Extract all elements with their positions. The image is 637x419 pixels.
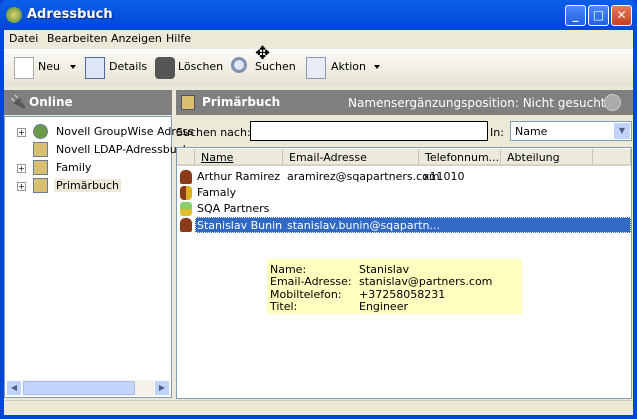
globe-book-icon: [33, 124, 48, 139]
addressbook-header: Primärbuch Namensergänzungsposition: Nic…: [176, 90, 633, 115]
user-icon: [180, 170, 192, 184]
horizontal-scrollbar[interactable]: ◀ ▶: [6, 380, 170, 396]
cell-name: Arthur Ramirez: [197, 170, 281, 183]
client-area: Datei Bearbeiten Anzeigen Hilfe Neu Deta…: [4, 30, 633, 415]
addressbook-tree: + Novell GroupWise Adress Novell LDAP-Adr…: [4, 116, 194, 398]
column-header-phone[interactable]: Telefonnum...: [419, 149, 501, 166]
delete-button[interactable]: Löschen: [178, 60, 223, 78]
column-header-email[interactable]: Email-Adresse: [283, 149, 419, 166]
menu-bar: Datei Bearbeiten Anzeigen Hilfe: [4, 30, 633, 47]
cell-email: stanislav.bunin@sqapartn...: [287, 219, 440, 232]
select-value: Name: [515, 125, 548, 138]
book-icon: [181, 95, 195, 110]
organization-icon: [180, 202, 192, 216]
menu-datei[interactable]: Datei: [9, 32, 38, 45]
menu-hilfe[interactable]: Hilfe: [166, 32, 191, 45]
table-row[interactable]: SQA Partners: [195, 201, 631, 217]
menu-anzeigen[interactable]: Anzeigen: [111, 32, 162, 45]
cell-name: Famaly: [197, 186, 237, 199]
column-header-filler: [593, 149, 631, 166]
tree-label: Novell LDAP-Adressbuch: [56, 143, 190, 156]
window-title: Adressbuch: [27, 7, 113, 22]
action-dropdown-arrow-icon[interactable]: [374, 65, 380, 69]
user-icon: [180, 218, 192, 232]
online-pane-header: 🔌 Online: [4, 90, 172, 115]
scroll-right-button[interactable]: ▶: [154, 380, 170, 396]
cell-phone: x11010: [423, 170, 465, 183]
search-field-select[interactable]: Name ▼: [510, 121, 632, 141]
new-button[interactable]: Neu: [38, 60, 60, 78]
tree-label: Family: [56, 161, 92, 174]
contact-tooltip: Name: Stanislav Email-Adresse: stanislav…: [267, 259, 522, 314]
search-input[interactable]: [250, 121, 488, 141]
trash-icon: [155, 57, 175, 79]
toolbar: Neu Details Löschen Suchen Aktion: [4, 49, 633, 87]
completion-status: Namensergänzungsposition: Nicht gesucht: [348, 96, 606, 110]
status-bar: [4, 400, 633, 415]
tree-label: Novell GroupWise Adress: [56, 125, 194, 138]
online-title: Online: [29, 95, 73, 109]
maximize-button[interactable]: □: [588, 5, 609, 26]
action-button[interactable]: Aktion: [331, 60, 366, 78]
new-dropdown-arrow-icon[interactable]: [70, 65, 76, 69]
tree-label: Primärbuch: [54, 179, 121, 192]
search-label: Suchen nach:: [176, 126, 251, 139]
minimize-button[interactable]: _: [565, 5, 586, 26]
search-icon: [231, 57, 247, 73]
table-row[interactable]: Famaly: [195, 185, 631, 201]
in-label: In:: [490, 126, 504, 139]
details-icon: [85, 57, 105, 79]
tooltip-label: Titel:: [270, 300, 298, 313]
cell-name: SQA Partners: [197, 202, 270, 215]
close-button[interactable]: ✕: [611, 5, 632, 26]
app-icon: [6, 7, 22, 23]
title-bar[interactable]: Adressbuch _ □ ✕: [0, 0, 637, 30]
cell-email: aramirez@sqapartners.com: [287, 170, 440, 183]
new-document-icon: [14, 57, 34, 79]
scroll-thumb[interactable]: [23, 381, 135, 395]
move-cursor-icon: ✥: [255, 43, 271, 64]
column-header-icon[interactable]: [177, 149, 195, 166]
table-row-selected[interactable]: Stanislav Bunin stanislav.bunin@sqapartn…: [195, 217, 631, 233]
window: Adressbuch _ □ ✕ Datei Bearbeiten Anzeig…: [0, 0, 637, 419]
refresh-icon[interactable]: [604, 94, 621, 111]
action-mail-icon: [306, 57, 326, 79]
book-title: Primärbuch: [202, 95, 281, 109]
column-header-department[interactable]: Abteilung: [501, 149, 593, 166]
contact-list: Name Email-Adresse Telefonnum... Abteilu…: [176, 147, 632, 399]
group-icon: [180, 186, 192, 200]
search-bar: Suchen nach: In: Name ▼: [176, 117, 633, 145]
book-icon: [33, 178, 48, 193]
book-icon: [33, 160, 48, 175]
tooltip-label: Email-Adresse:: [270, 275, 352, 288]
book-icon: [33, 142, 48, 157]
tooltip-value: stanislav@partners.com: [359, 275, 493, 288]
cell-name: Stanislav Bunin: [197, 219, 283, 232]
chevron-down-icon[interactable]: ▼: [614, 123, 630, 139]
plug-icon: 🔌: [10, 95, 27, 110]
scroll-left-button[interactable]: ◀: [6, 380, 22, 396]
menu-bearbeiten[interactable]: Bearbeiten: [47, 32, 107, 45]
table-row[interactable]: Arthur Ramirez aramirez@sqapartners.com …: [195, 169, 631, 185]
details-button[interactable]: Details: [109, 60, 147, 78]
column-header-name[interactable]: Name: [195, 149, 283, 166]
tooltip-value: Engineer: [359, 300, 408, 313]
